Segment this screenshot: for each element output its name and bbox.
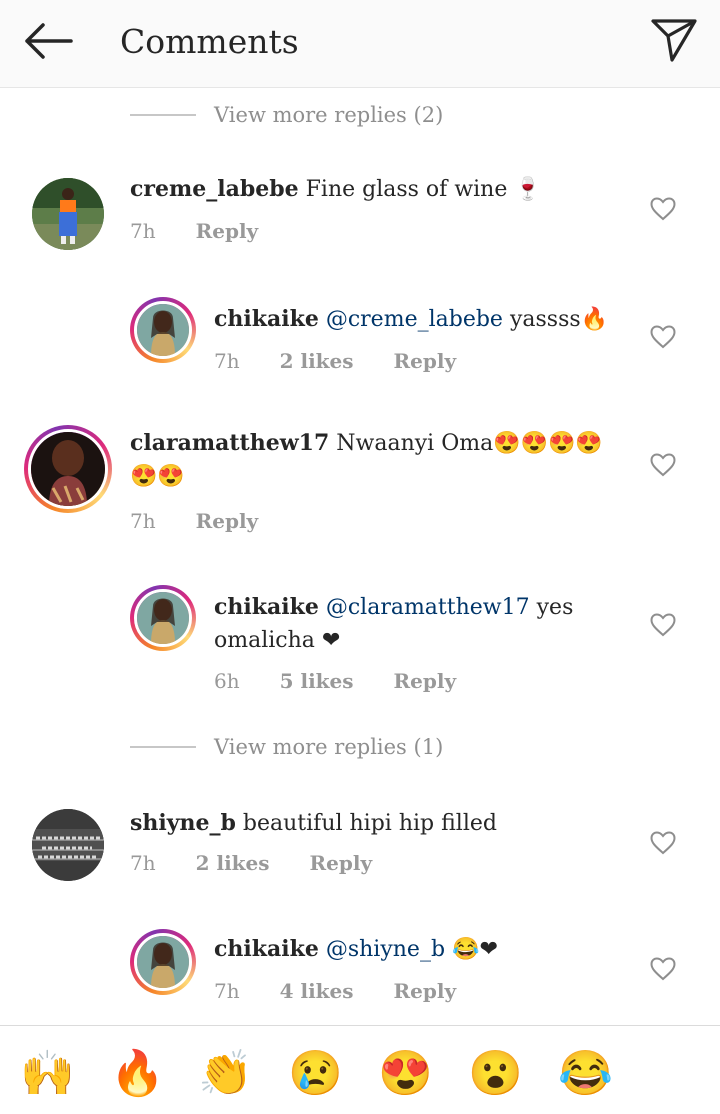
reply-item: chikaike @claramatthew17 yes omalicha ❤ … <box>0 585 720 715</box>
back-button[interactable] <box>22 18 74 64</box>
heart-icon[interactable] <box>650 197 676 221</box>
emoji-surprised-button[interactable]: 😮 <box>468 1048 523 1100</box>
avatar[interactable] <box>24 425 112 513</box>
comment-time: 7h <box>130 509 156 533</box>
comment-body: shiyne_b beautiful hipi hip filled <box>130 807 610 840</box>
comment-username[interactable]: claramatthew17 <box>130 430 329 456</box>
view-more-replies-link[interactable]: View more replies (2) <box>130 103 443 127</box>
comment-body: chikaike @shiyne_b 😂❤ <box>214 933 614 966</box>
avatar-photo <box>137 304 189 356</box>
reply-button[interactable]: Reply <box>310 851 373 875</box>
avatar-photo <box>32 178 104 250</box>
comment-body: chikaike @claramatthew17 yes omalicha ❤ <box>214 591 614 657</box>
avatar[interactable] <box>130 297 196 363</box>
comment-meta: 6h 5 likes Reply <box>214 669 496 693</box>
avatar-photo <box>31 432 105 506</box>
reply-button[interactable]: Reply <box>196 509 259 533</box>
comment-time: 6h <box>214 669 240 693</box>
comment-item: shiyne_b beautiful hipi hip filled 7h 2 … <box>0 805 720 915</box>
comment-time: 7h <box>130 851 156 875</box>
comment-text: 😂❤ <box>452 937 498 962</box>
reply-button[interactable]: Reply <box>394 349 457 373</box>
heart-icon[interactable] <box>650 325 676 349</box>
reply-item: chikaike @shiyne_b 😂❤ 7h 4 likes Reply <box>0 929 720 1025</box>
page-title: Comments <box>120 22 299 61</box>
comment-mention[interactable]: @shiyne_b <box>326 937 445 962</box>
comment-text: yassss🔥 <box>509 307 609 332</box>
view-more-replies-label: View more replies (2) <box>214 103 444 127</box>
avatar-photo <box>137 592 189 644</box>
avatar[interactable] <box>32 178 104 250</box>
comment-body: chikaike @creme_labebe yassss🔥 <box>214 303 634 336</box>
emoji-clapping-button[interactable]: 👏 <box>198 1048 253 1100</box>
comment-item: creme_labebe Fine glass of wine 🍷 7h Rep… <box>0 173 720 283</box>
likes-count[interactable]: 2 likes <box>280 349 354 373</box>
avatar[interactable] <box>32 809 104 881</box>
comment-meta: 7h Reply <box>130 509 298 533</box>
comment-username[interactable]: chikaike <box>214 594 319 620</box>
avatar-photo <box>32 809 104 881</box>
paper-plane-icon <box>651 19 697 62</box>
comment-username[interactable]: creme_labebe <box>130 176 299 202</box>
comment-body: creme_labebe Fine glass of wine 🍷 <box>130 173 630 206</box>
comment-time: 7h <box>130 219 156 243</box>
comment-meta: 7h 2 likes Reply <box>214 349 496 373</box>
avatar-photo <box>137 936 189 988</box>
comment-username[interactable]: shiyne_b <box>130 810 236 836</box>
emoji-raised-hands-button[interactable]: 🙌 <box>20 1048 75 1100</box>
comment-mention[interactable]: @claramatthew17 <box>326 595 530 620</box>
comments-list[interactable]: View more replies (2) creme_labebe Fine … <box>0 89 720 1025</box>
avatar[interactable] <box>130 585 196 651</box>
comment-text: Fine glass of wine 🍷 <box>305 177 542 202</box>
divider-line <box>130 114 196 116</box>
emoji-heart-eyes-button[interactable]: 😍 <box>378 1048 433 1100</box>
reply-button[interactable]: Reply <box>394 979 457 1003</box>
arrow-left-icon <box>25 23 73 59</box>
emoji-quick-bar: 🙌 🔥 👏 😢 😍 😮 😂 <box>0 1025 720 1114</box>
view-more-replies-label: View more replies (1) <box>214 735 444 759</box>
heart-icon[interactable] <box>650 613 676 637</box>
comment-time: 7h <box>214 349 240 373</box>
comment-meta: 7h 4 likes Reply <box>214 979 496 1003</box>
avatar[interactable] <box>130 929 196 995</box>
share-button[interactable] <box>648 16 700 64</box>
likes-count[interactable]: 5 likes <box>280 669 354 693</box>
emoji-laughing-button[interactable]: 😂 <box>558 1048 613 1100</box>
comment-time: 7h <box>214 979 240 1003</box>
likes-count[interactable]: 2 likes <box>196 851 270 875</box>
heart-icon[interactable] <box>650 453 676 477</box>
comment-meta: 7h Reply <box>130 219 298 243</box>
comment-username[interactable]: chikaike <box>214 306 319 332</box>
heart-icon[interactable] <box>650 957 676 981</box>
divider-line <box>130 746 196 748</box>
comment-text: beautiful hipi hip filled <box>242 811 497 836</box>
emoji-crying-button[interactable]: 😢 <box>288 1048 343 1100</box>
comment-body: claramatthew17 Nwaanyi Oma😍😍😍😍😍😍 <box>130 427 610 493</box>
reply-button[interactable]: Reply <box>196 219 259 243</box>
comment-item: claramatthew17 Nwaanyi Oma😍😍😍😍😍😍 7h Repl… <box>0 425 720 545</box>
top-bar: Comments <box>0 0 720 88</box>
comment-meta: 7h 2 likes Reply <box>130 851 412 875</box>
likes-count[interactable]: 4 likes <box>280 979 354 1003</box>
emoji-fire-button[interactable]: 🔥 <box>110 1048 165 1100</box>
reply-button[interactable]: Reply <box>394 669 457 693</box>
comment-username[interactable]: chikaike <box>214 936 319 962</box>
reply-item: chikaike @creme_labebe yassss🔥 7h 2 like… <box>0 297 720 407</box>
heart-icon[interactable] <box>650 831 676 855</box>
view-more-replies-link[interactable]: View more replies (1) <box>130 735 443 759</box>
comment-mention[interactable]: @creme_labebe <box>326 307 503 332</box>
